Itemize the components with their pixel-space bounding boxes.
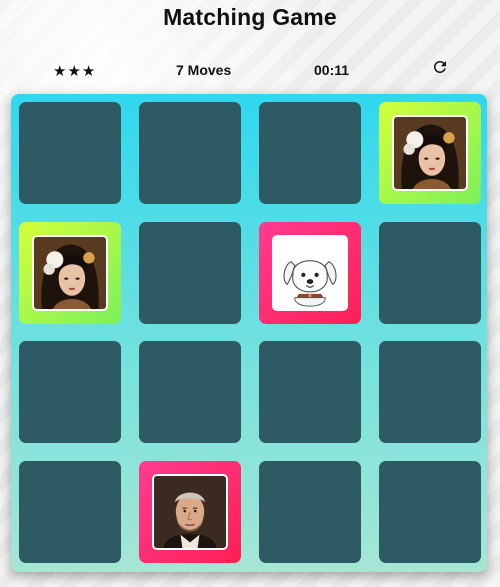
card-closed[interactable] xyxy=(259,460,361,563)
card-closed[interactable] xyxy=(379,341,481,443)
moves-counter: 7 Moves xyxy=(176,62,232,78)
card-closed[interactable] xyxy=(139,102,241,204)
card-open[interactable] xyxy=(139,460,241,563)
card-closed[interactable] xyxy=(19,102,121,204)
restart-button[interactable] xyxy=(428,55,452,79)
card-closed[interactable] xyxy=(19,341,121,443)
white-dog-icon xyxy=(272,234,348,311)
card-match[interactable] xyxy=(379,102,481,204)
card-closed[interactable] xyxy=(259,102,361,204)
card-closed[interactable] xyxy=(379,221,481,324)
star-rating: ★★★ xyxy=(53,63,97,80)
card-closed[interactable] xyxy=(139,221,241,324)
timer: 00:11 xyxy=(314,62,350,78)
score-panel: ★★★ 7 Moves 00:11 xyxy=(0,58,500,86)
restart-icon xyxy=(433,60,446,73)
page-title: Matching Game xyxy=(163,4,337,30)
geisha-portrait-icon xyxy=(32,234,108,311)
card-closed[interactable] xyxy=(379,460,481,563)
geisha-portrait-icon xyxy=(392,115,468,191)
card-open[interactable] xyxy=(259,221,361,324)
card-closed[interactable] xyxy=(259,341,361,443)
card-deck xyxy=(11,94,487,572)
old-man-portrait-icon xyxy=(152,473,228,550)
card-closed[interactable] xyxy=(139,341,241,443)
card-match[interactable] xyxy=(19,221,121,324)
card-closed[interactable] xyxy=(19,460,121,563)
